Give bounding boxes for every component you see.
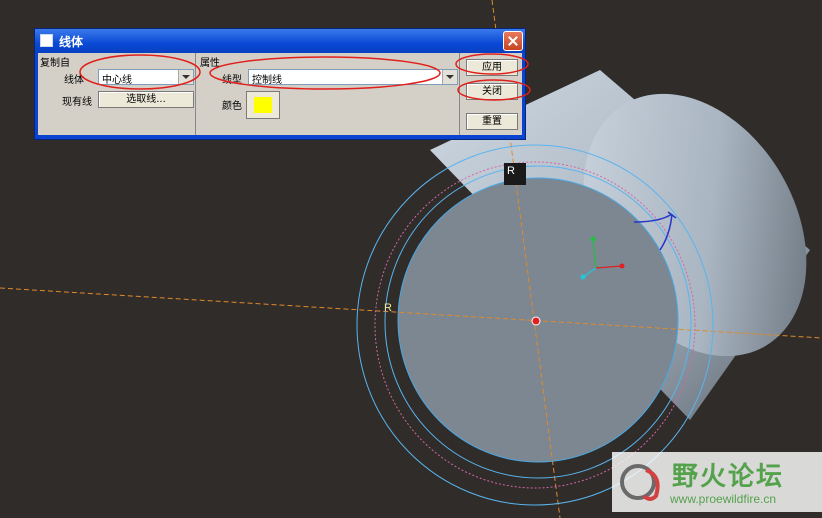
apply-button[interactable]: 应用: [466, 59, 518, 76]
dialog-client: 复制自 线体 中心线 现有线 选取线... 属性 线型 控制线 颜色 应用 关闭: [38, 53, 522, 135]
reset-button[interactable]: 重置: [466, 113, 518, 130]
line-label: 线体: [64, 75, 84, 86]
dialog-title: 线体: [59, 35, 84, 49]
line-style-value: 中心线: [102, 75, 132, 86]
center-point[interactable]: [531, 316, 541, 326]
close-button[interactable]: 关闭: [466, 83, 518, 100]
chevron-down-icon[interactable]: [178, 70, 193, 84]
color-swatch-fill: [254, 97, 272, 113]
watermark-url: www.proewildfire.cn: [670, 492, 777, 506]
close-window-icon[interactable]: [503, 31, 523, 51]
watermark-title: 野火论坛: [672, 462, 785, 492]
line-type-value: 控制线: [252, 75, 282, 86]
line-type-select[interactable]: 控制线: [248, 69, 458, 86]
line-style-dialog: 线体 复制自 线体 中心线 现有线 选取线... 属性 线型 控制线 颜色 应用…: [34, 28, 526, 140]
color-label: 颜色: [222, 101, 242, 112]
select-line-button[interactable]: 选取线...: [98, 91, 194, 108]
forum-logo-icon: [620, 464, 660, 501]
chevron-down-icon[interactable]: [442, 70, 457, 84]
existing-line-label: 现有线: [62, 97, 92, 108]
line-style-select[interactable]: 中心线: [98, 69, 194, 86]
radius-label-left[interactable]: R: [384, 302, 392, 314]
dialog-titlebar[interactable]: 线体: [35, 29, 525, 53]
window-icon: [40, 34, 53, 47]
attributes-title: 属性: [200, 58, 220, 69]
color-picker-button[interactable]: [246, 91, 280, 119]
radius-label-top[interactable]: R: [507, 165, 515, 177]
watermark: 野火论坛 www.proewildfire.cn: [612, 452, 822, 512]
attributes-panel: 属性 线型 控制线 颜色: [198, 53, 460, 135]
line-type-label: 线型: [222, 75, 242, 86]
copy-from-panel: 复制自 线体 中心线 现有线 选取线...: [38, 53, 196, 135]
copy-from-title: 复制自: [40, 58, 70, 69]
